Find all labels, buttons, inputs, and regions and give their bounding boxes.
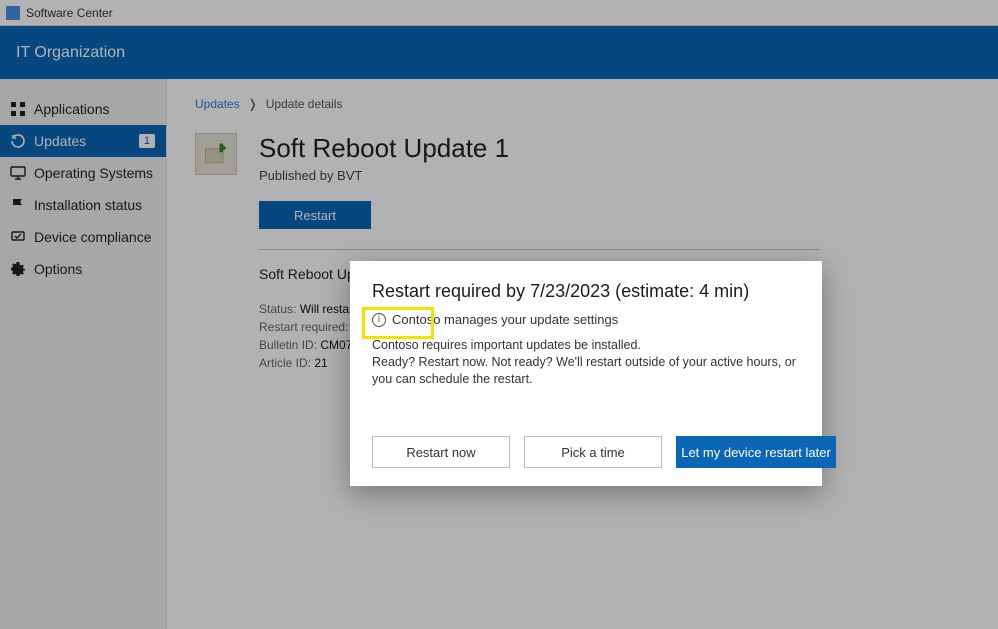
breadcrumb: Updates ❭ Update details — [195, 97, 970, 111]
page-root: Software Center IT Organization Applicat… — [0, 0, 998, 629]
refresh-icon — [10, 133, 26, 149]
article-value: 21 — [314, 356, 327, 370]
restart-button[interactable]: Restart — [259, 201, 371, 229]
sidebar-item-install-status[interactable]: Installation status — [0, 189, 166, 221]
restart-now-button[interactable]: Restart now — [372, 436, 510, 468]
restart-later-button[interactable]: Let my device restart later — [676, 436, 836, 468]
dialog-button-row: Restart now Pick a time Let my device re… — [372, 436, 800, 468]
sidebar-item-label: Options — [34, 261, 82, 277]
info-icon: i — [372, 313, 386, 327]
window-titlebar: Software Center — [0, 0, 998, 26]
window-title: Software Center — [26, 6, 113, 20]
sidebar-item-applications[interactable]: Applications — [0, 93, 166, 125]
chevron-right-icon: ❭ — [248, 97, 258, 111]
sidebar: Applications Updates 1 Operating Systems — [0, 79, 167, 629]
dialog-body: Contoso requires important updates be in… — [372, 337, 800, 388]
shield-check-icon — [10, 229, 26, 245]
bulletin-label: Bulletin ID: — [259, 338, 317, 352]
divider — [259, 249, 819, 250]
org-header: IT Organization — [0, 26, 998, 79]
restart-dialog: Restart required by 7/23/2023 (estimate:… — [350, 261, 822, 486]
restart-required-label: Restart required: — [259, 320, 348, 334]
sidebar-item-label: Updates — [34, 133, 86, 149]
sidebar-item-label: Applications — [34, 101, 110, 117]
sidebar-item-os[interactable]: Operating Systems — [0, 157, 166, 189]
update-title: Soft Reboot Update 1 — [259, 133, 819, 164]
sidebar-item-label: Operating Systems — [34, 165, 153, 181]
dialog-subtitle-row: i Contoso manages your update settings — [372, 312, 800, 327]
sidebar-item-compliance[interactable]: Device compliance — [0, 221, 166, 253]
dialog-body-line2: Ready? Restart now. Not ready? We'll res… — [372, 354, 800, 388]
sidebar-item-options[interactable]: Options — [0, 253, 166, 285]
package-install-icon — [195, 133, 237, 175]
dialog-body-line1: Contoso requires important updates be in… — [372, 337, 800, 354]
update-publisher: Published by BVT — [259, 168, 819, 183]
sidebar-item-label: Device compliance — [34, 229, 152, 245]
sidebar-item-label: Installation status — [34, 197, 142, 213]
article-label: Article ID: — [259, 356, 311, 370]
breadcrumb-current: Update details — [266, 97, 343, 111]
dialog-subtitle: Contoso manages your update settings — [392, 312, 618, 327]
pick-time-button[interactable]: Pick a time — [524, 436, 662, 468]
org-name: IT Organization — [16, 44, 125, 62]
app-icon — [6, 6, 20, 20]
status-label: Status: — [259, 302, 296, 316]
gear-icon — [10, 261, 26, 277]
grid-icon — [10, 101, 26, 117]
breadcrumb-root[interactable]: Updates — [195, 97, 240, 111]
sidebar-item-updates[interactable]: Updates 1 — [0, 125, 166, 157]
dialog-title: Restart required by 7/23/2023 (estimate:… — [372, 281, 800, 302]
monitor-icon — [10, 165, 26, 181]
updates-count-badge: 1 — [138, 133, 156, 149]
flag-icon — [10, 197, 26, 213]
